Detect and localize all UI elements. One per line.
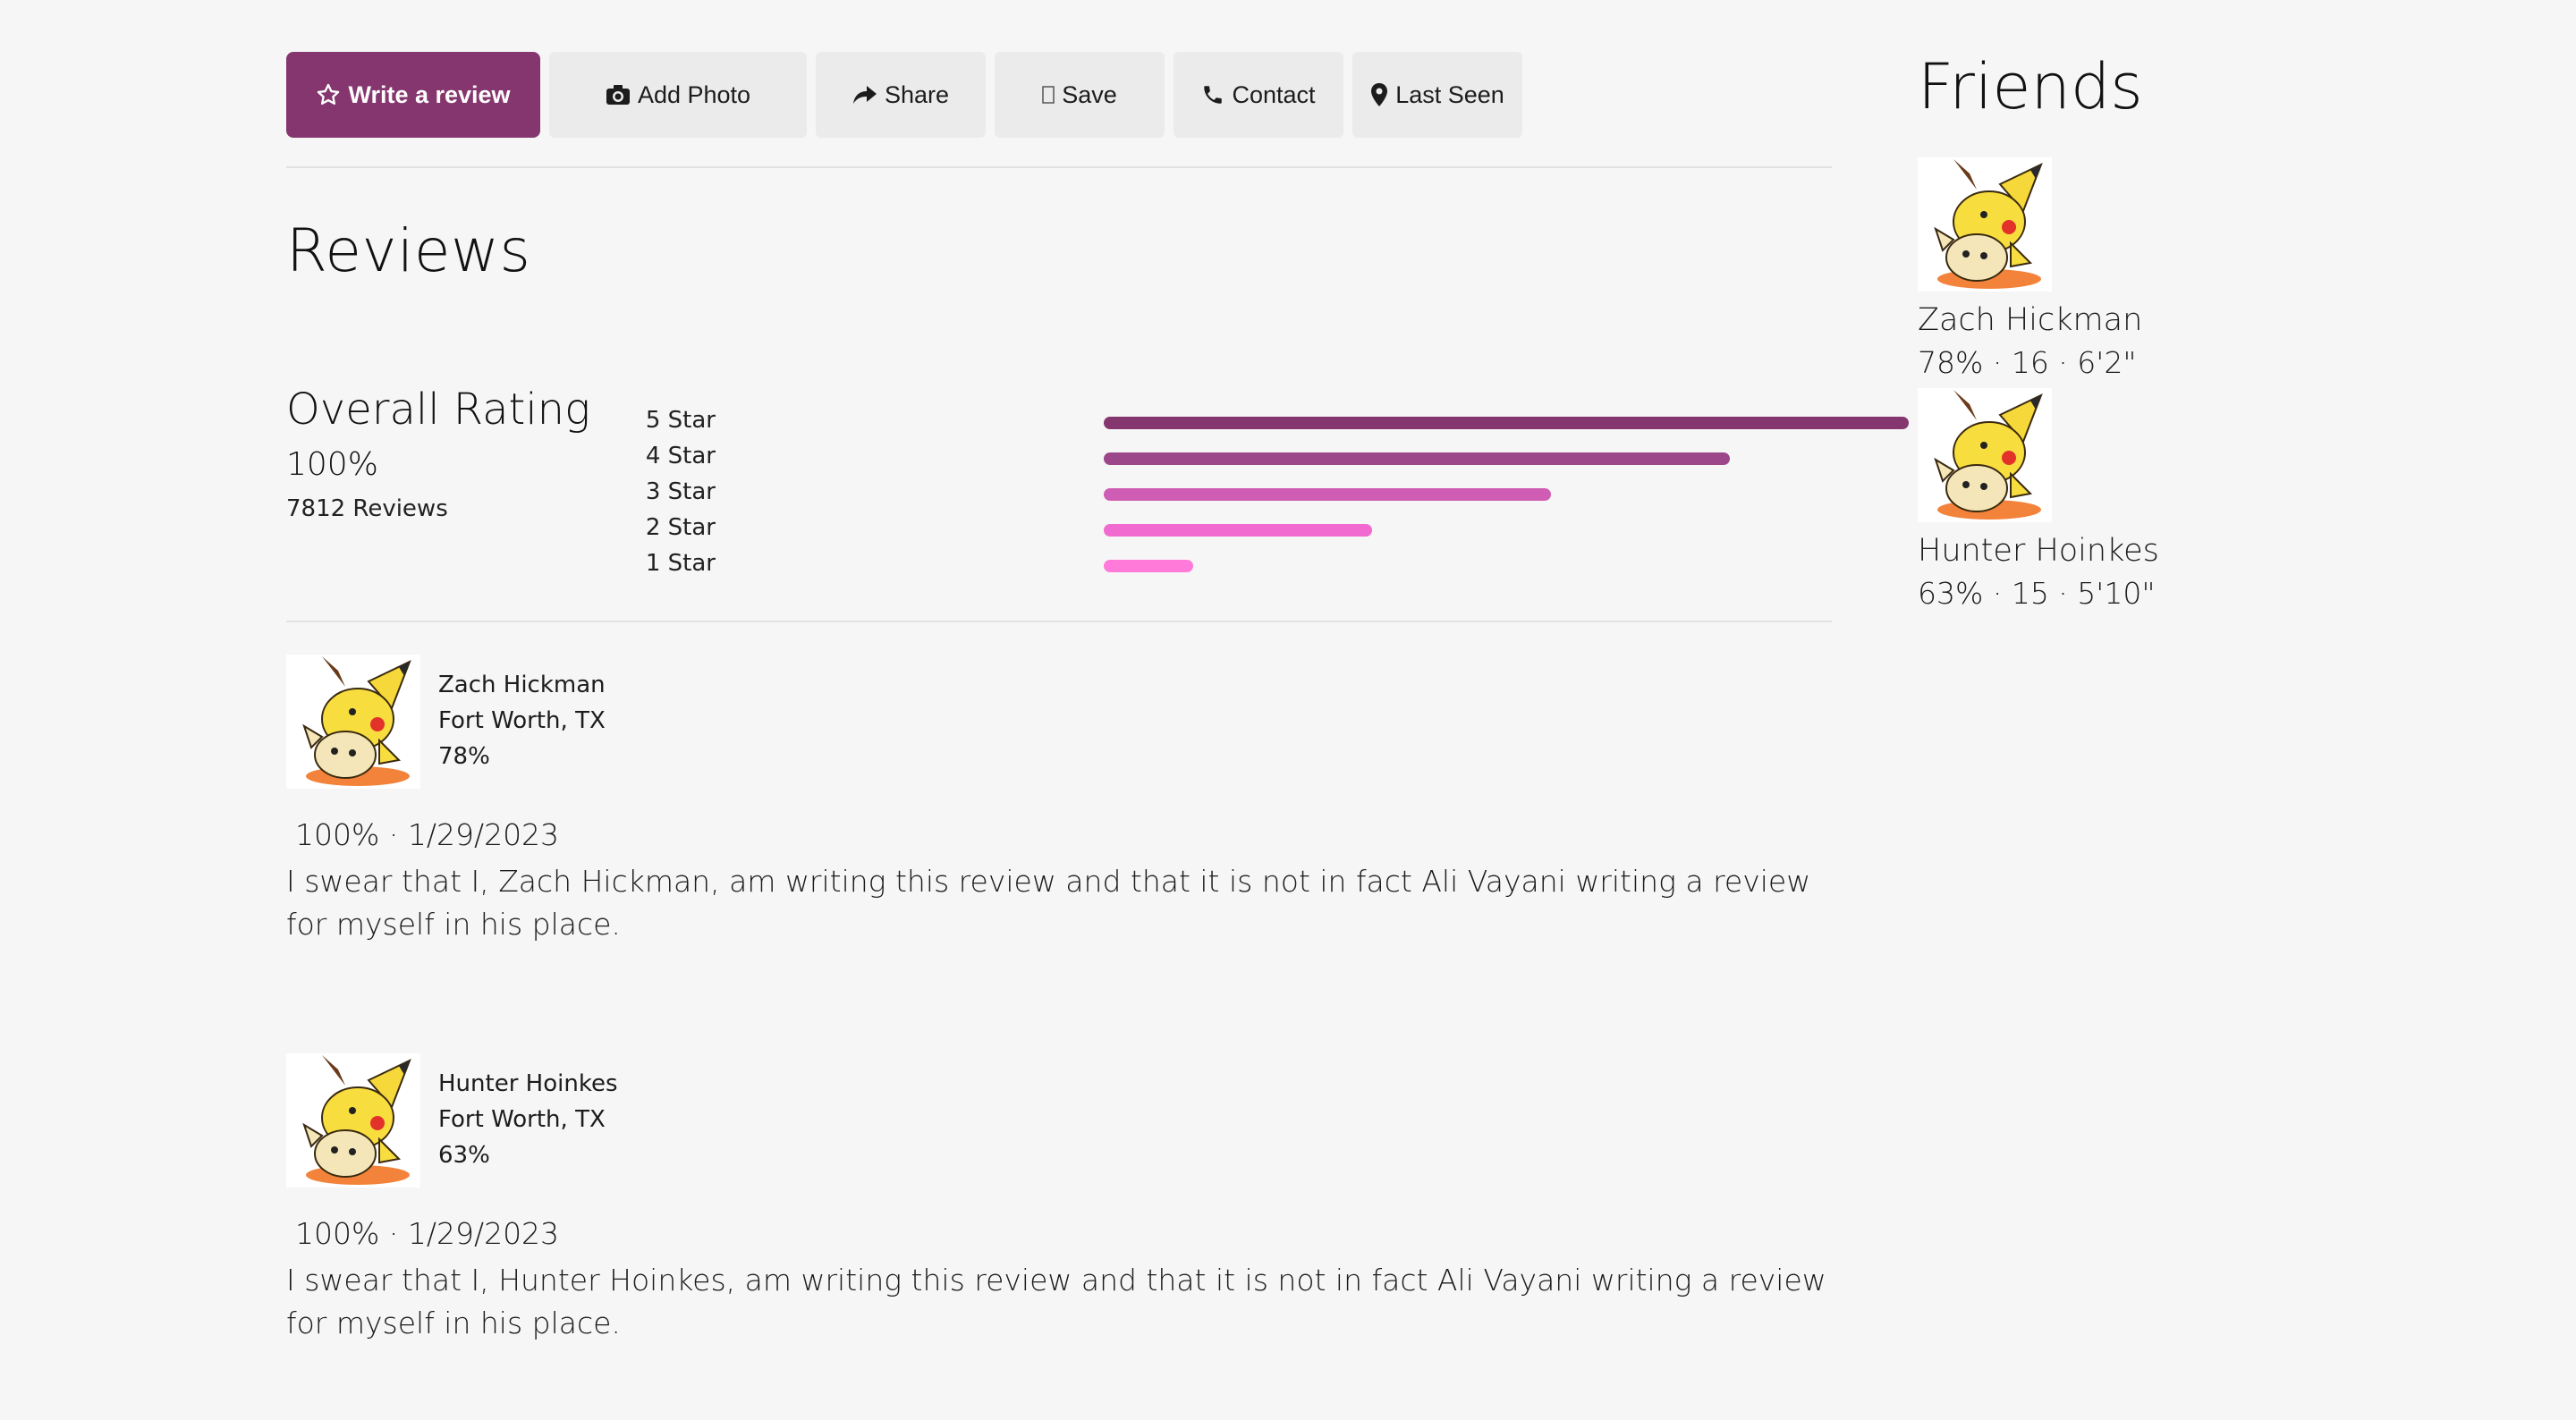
avatar[interactable] (1918, 157, 2052, 292)
share-icon (852, 86, 877, 104)
camera-icon (606, 85, 630, 105)
friend-name[interactable]: Hunter Hoinkes (1918, 533, 2159, 569)
overall-rating-section: Overall Rating 100% 7812 Reviews 5 Star … (286, 388, 1909, 621)
avatar[interactable] (286, 655, 420, 789)
rating-bar-label: 5 Star (645, 407, 716, 434)
share-label: Share (884, 80, 950, 108)
overall-rating-percent: 100% (286, 446, 378, 483)
map-pin-icon (1371, 83, 1388, 106)
review-date: 1/29/2023 (407, 817, 560, 852)
contact-label: Contact (1232, 80, 1316, 108)
main-content: Write a review Add Photo Share Save Cont… (286, 52, 1909, 1420)
add-photo-button[interactable]: Add Photo (549, 52, 807, 138)
friend-name[interactable]: Zach Hickman (1918, 302, 2142, 338)
friend-card[interactable]: Hunter Hoinkes 63% · 15 · 5'10" (1918, 388, 2159, 619)
save-button[interactable]: Save (995, 52, 1165, 138)
friend-card[interactable]: Zach Hickman 78% · 16 · 6'2" (1918, 157, 2150, 388)
review-rating-date: 100% · 1/29/2023 (295, 1216, 559, 1251)
contact-button[interactable]: Contact (1174, 52, 1343, 138)
rating-bar-fill (1104, 452, 1730, 465)
review-rating-date: 100% · 1/29/2023 (295, 817, 559, 852)
write-review-label: Write a review (348, 80, 511, 108)
reviewer-location: Fort Worth, TX (438, 1106, 606, 1133)
friends-sidebar: Friends Zach Hickman 78% · 16 · 6'2" Hun… (1918, 50, 2159, 619)
review-rating: 100% (295, 817, 380, 852)
separator-dot: · (388, 817, 399, 852)
rating-bar-label: 3 Star (645, 478, 716, 505)
review-count: 7812 Reviews (286, 495, 448, 522)
avatar[interactable] (1918, 388, 2052, 522)
review-item: Hunter Hoinkes Fort Worth, TX 63% 100% ·… (286, 1021, 1832, 1420)
add-photo-label: Add Photo (637, 80, 751, 108)
reviewer-info: Zach Hickman Fort Worth, TX 78% (438, 667, 606, 774)
reviewer-name[interactable]: Hunter Hoinkes (438, 1066, 617, 1102)
friend-stats: 63% · 15 · 5'10" (1918, 576, 2156, 611)
star-icon (318, 83, 340, 106)
reviewer-name[interactable]: Zach Hickman (438, 667, 606, 703)
review-text: I swear that I, Hunter Hoinkes, am writi… (286, 1263, 1826, 1340)
separator-dot: · (388, 1216, 399, 1251)
page-title: Reviews (286, 216, 531, 285)
rating-bar-fill (1104, 524, 1372, 537)
overall-rating-summary: Overall Rating 100% 7812 Reviews (286, 388, 590, 520)
overall-rating-title: Overall Rating (286, 385, 590, 435)
rating-bar-label: 4 Star (645, 443, 716, 469)
divider (286, 166, 1832, 168)
review-item: Zach Hickman Fort Worth, TX 78% 100% · 1… (286, 622, 1832, 1021)
rating-bar-label: 2 Star (645, 514, 716, 541)
friend-stats: 78% · 16 · 6'2" (1918, 345, 2137, 380)
last-seen-button[interactable]: Last Seen (1352, 52, 1522, 138)
rating-bar-fill (1104, 488, 1551, 501)
friends-title: Friends (1918, 50, 2143, 123)
reviewer-location: Fort Worth, TX (438, 707, 606, 734)
rating-bar-label: 1 Star (645, 550, 716, 577)
bookmark-icon (1042, 86, 1055, 104)
review-text: I swear that I, Zach Hickman, am writing… (286, 864, 1811, 942)
reviewer-score: 63% (438, 1142, 490, 1169)
last-seen-label: Last Seen (1395, 80, 1504, 108)
review-date: 1/29/2023 (407, 1216, 560, 1251)
review-rating: 100% (295, 1216, 380, 1251)
phone-icon (1204, 86, 1223, 104)
write-review-button[interactable]: Write a review (286, 52, 540, 138)
rating-bar-fill (1104, 417, 1909, 429)
share-button[interactable]: Share (816, 52, 986, 138)
save-label: Save (1062, 80, 1117, 108)
action-toolbar: Write a review Add Photo Share Save Cont… (286, 52, 1832, 138)
reviewer-score: 78% (438, 743, 490, 770)
rating-bar-fill (1104, 560, 1193, 572)
reviewer-info: Hunter Hoinkes Fort Worth, TX 63% (438, 1066, 617, 1173)
avatar[interactable] (286, 1053, 420, 1188)
